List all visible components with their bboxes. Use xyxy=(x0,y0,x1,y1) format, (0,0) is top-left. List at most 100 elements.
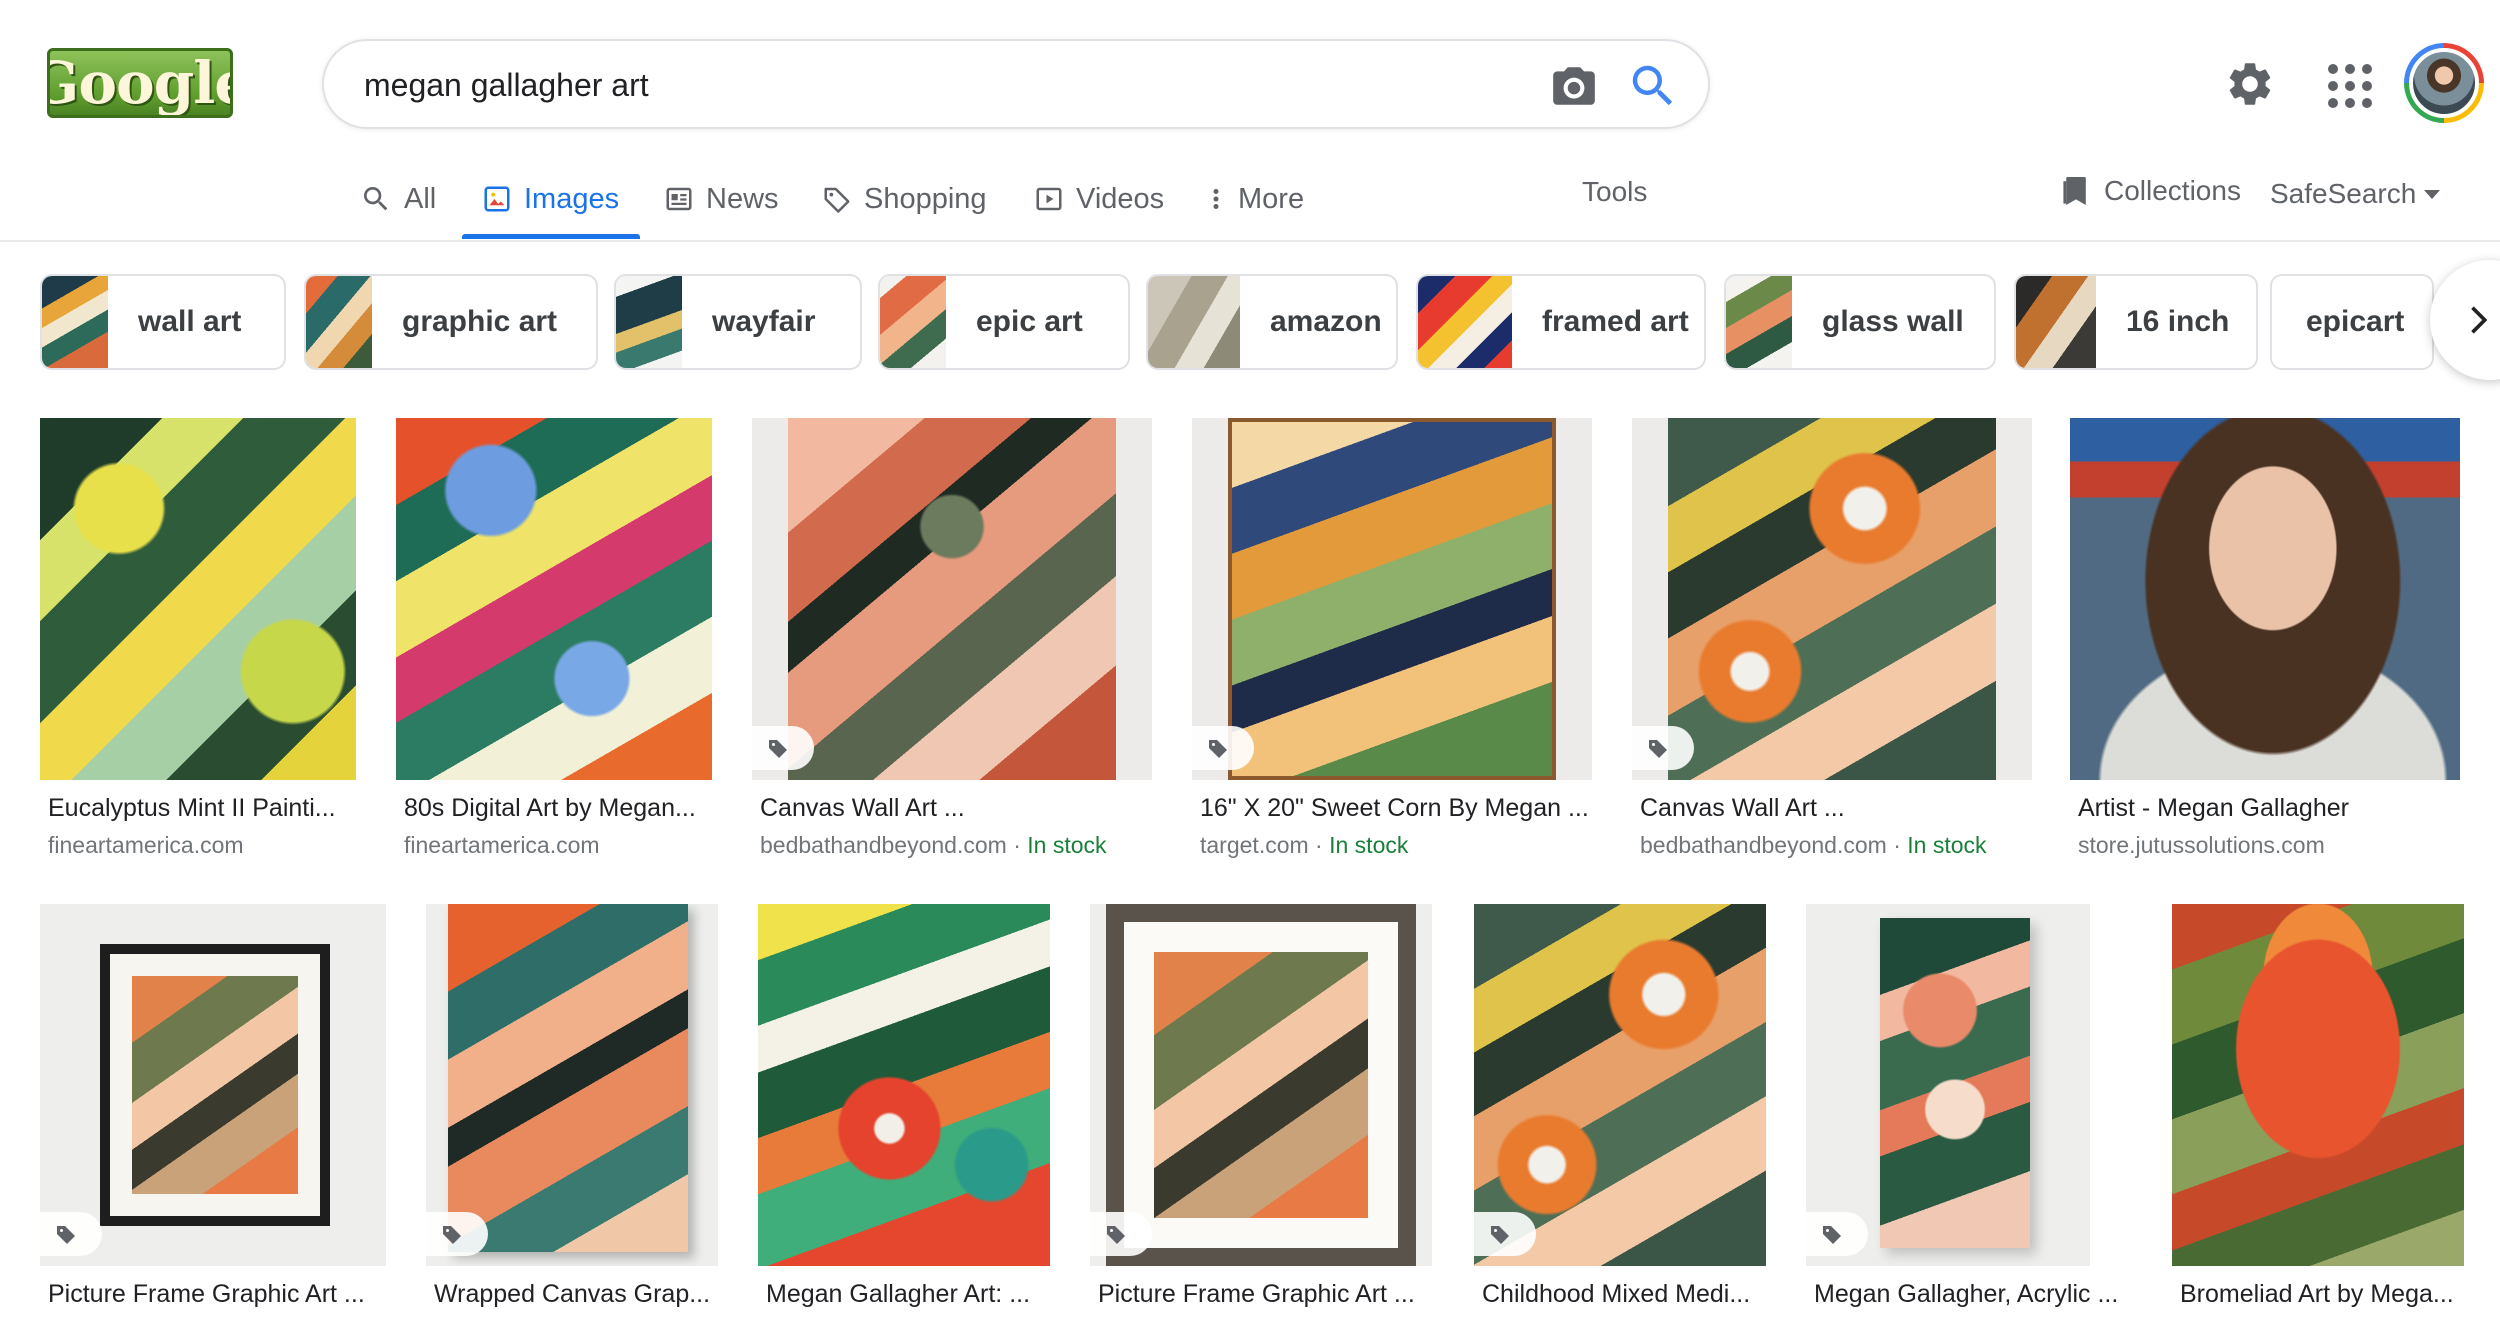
result-source: bedbathandbeyond.com · In stock xyxy=(1640,832,1987,858)
result-thumbnail xyxy=(396,418,712,780)
image-result[interactable]: Wrapped Canvas Grap... xyxy=(426,904,718,1320)
tag-icon xyxy=(1823,1226,1841,1244)
result-thumbnail xyxy=(40,904,386,1266)
chip-wayfair[interactable]: wayfair xyxy=(614,274,862,370)
chip-epicart[interactable]: epicart xyxy=(2270,274,2434,370)
tab-label: Videos xyxy=(1076,182,1165,215)
result-thumbnail xyxy=(1632,418,2032,780)
tab-videos[interactable]: Videos xyxy=(1034,172,1164,226)
tab-label: Images xyxy=(524,182,620,215)
tab-all[interactable]: All xyxy=(360,172,436,226)
result-source: target.com · In stock xyxy=(1200,832,1409,858)
chip-thumbnail xyxy=(1148,276,1240,368)
safesearch-label: SafeSearch xyxy=(2270,178,2417,209)
result-caption: Eucalyptus Mint II Painti... xyxy=(48,794,336,822)
active-tab-indicator xyxy=(462,234,640,239)
chip-label: amazon xyxy=(1270,305,1382,338)
shopping-tag-badge xyxy=(1806,1212,1868,1256)
chip-framed-art[interactable]: framed art xyxy=(1416,274,1706,370)
related-search-chips: wall art graphic art wayfair epic art am… xyxy=(0,274,2500,372)
image-result[interactable]: Picture Frame Graphic Art ... xyxy=(1090,904,1432,1320)
result-caption: Megan Gallagher, Acrylic ... xyxy=(1814,1280,2119,1308)
result-caption: Canvas Wall Art ... xyxy=(760,794,965,822)
tools-button[interactable]: Tools xyxy=(1582,176,1647,208)
camera-icon[interactable] xyxy=(1549,61,1599,111)
chip-label: framed art xyxy=(1542,305,1689,338)
chip-thumbnail xyxy=(1726,276,1792,368)
tab-label: News xyxy=(706,182,779,215)
tag-icon xyxy=(769,740,787,758)
shopping-tag-badge xyxy=(1192,726,1254,770)
chip-epic-art[interactable]: epic art xyxy=(878,274,1130,370)
search-icon[interactable] xyxy=(1626,59,1680,113)
tab-label: All xyxy=(404,182,437,215)
result-caption: Picture Frame Graphic Art ... xyxy=(1098,1280,1415,1308)
chip-thumbnail xyxy=(42,276,108,368)
tab-more[interactable]: More xyxy=(1206,172,1304,226)
result-thumbnail xyxy=(1090,904,1432,1266)
collections-button[interactable]: Collections xyxy=(2062,174,2241,208)
image-result[interactable]: Bromeliad Art by Mega... xyxy=(2172,904,2464,1320)
result-caption: Picture Frame Graphic Art ... xyxy=(48,1280,365,1308)
image-result[interactable]: Childhood Mixed Medi... xyxy=(1474,904,1766,1320)
image-result[interactable]: Picture Frame Graphic Art ... xyxy=(40,904,386,1320)
image-result[interactable]: 80s Digital Art by Megan... fineartameri… xyxy=(396,418,712,868)
image-icon xyxy=(484,186,510,212)
image-result[interactable]: Artist - Megan Gallagher store.jutussolu… xyxy=(2070,418,2460,868)
result-caption: 80s Digital Art by Megan... xyxy=(404,794,696,822)
image-result[interactable]: Megan Gallagher Art: ... xyxy=(758,904,1050,1320)
shopping-tag-badge xyxy=(426,1212,488,1256)
chip-label: graphic art xyxy=(402,305,558,338)
image-result[interactable]: Eucalyptus Mint II Painti... fineartamer… xyxy=(40,418,356,868)
tag-icon xyxy=(443,1226,461,1244)
tab-shopping[interactable]: Shopping xyxy=(822,172,987,226)
tag-icon xyxy=(1107,1226,1125,1244)
search-input[interactable] xyxy=(364,63,1444,107)
image-result[interactable]: Canvas Wall Art ... bedbathandbeyond.com… xyxy=(752,418,1152,868)
chip-thumbnail xyxy=(616,276,682,368)
result-source: bedbathandbeyond.com · In stock xyxy=(760,832,1107,858)
avatar-photo xyxy=(2409,48,2479,118)
chip-label: glass wall xyxy=(1822,305,1964,338)
result-thumbnail xyxy=(2172,904,2464,1266)
chip-amazon[interactable]: amazon xyxy=(1146,274,1398,370)
google-doodle-logo[interactable]: Google xyxy=(47,48,233,118)
chip-thumbnail xyxy=(880,276,946,368)
image-result[interactable]: 16" X 20" Sweet Corn By Megan ... target… xyxy=(1192,418,1592,868)
shopping-tag-badge xyxy=(1474,1212,1536,1256)
chevron-down-icon xyxy=(2424,189,2441,199)
chip-thumbnail xyxy=(306,276,372,368)
chip-wall-art[interactable]: wall art xyxy=(40,274,286,370)
search-box xyxy=(322,39,1710,129)
tag-icon xyxy=(1649,740,1667,758)
result-caption: Wrapped Canvas Grap... xyxy=(434,1280,711,1308)
shopping-tag-badge xyxy=(40,1212,102,1256)
tab-news[interactable]: News xyxy=(664,172,779,226)
result-caption: Bromeliad Art by Mega... xyxy=(2180,1280,2454,1308)
chip-graphic-art[interactable]: graphic art xyxy=(304,274,598,370)
chip-label: epicart xyxy=(2306,305,2405,338)
tab-label: Shopping xyxy=(864,182,987,215)
tab-images[interactable]: Images xyxy=(482,172,619,226)
chevron-right-icon xyxy=(2471,306,2488,334)
chip-glass-wall[interactable]: glass wall xyxy=(1724,274,1996,370)
logo-text: Google xyxy=(50,49,230,117)
chip-label: wayfair xyxy=(712,305,816,338)
shopping-tag-badge xyxy=(1632,726,1694,770)
account-avatar[interactable] xyxy=(2404,43,2484,123)
more-vert-icon xyxy=(1213,189,1219,209)
search-icon xyxy=(364,187,388,211)
safesearch-dropdown[interactable]: SafeSearch xyxy=(2270,178,2441,210)
apps-grid-icon[interactable] xyxy=(2328,64,2372,108)
image-result[interactable]: Megan Gallagher, Acrylic ... xyxy=(1806,904,2118,1320)
tag-icon xyxy=(1491,1226,1509,1244)
image-result[interactable]: Canvas Wall Art ... bedbathandbeyond.com… xyxy=(1632,418,2032,868)
chip-16-inch[interactable]: 16 inch xyxy=(2014,274,2258,370)
shopping-tag-badge xyxy=(752,726,814,770)
result-caption: Megan Gallagher Art: ... xyxy=(766,1280,1031,1308)
chip-label: epic art xyxy=(976,305,1083,338)
result-caption: 16" X 20" Sweet Corn By Megan ... xyxy=(1200,794,1589,822)
result-source: fineartamerica.com xyxy=(404,832,600,858)
gear-icon[interactable] xyxy=(2224,58,2276,110)
result-source: store.jutussolutions.com xyxy=(2078,832,2325,858)
